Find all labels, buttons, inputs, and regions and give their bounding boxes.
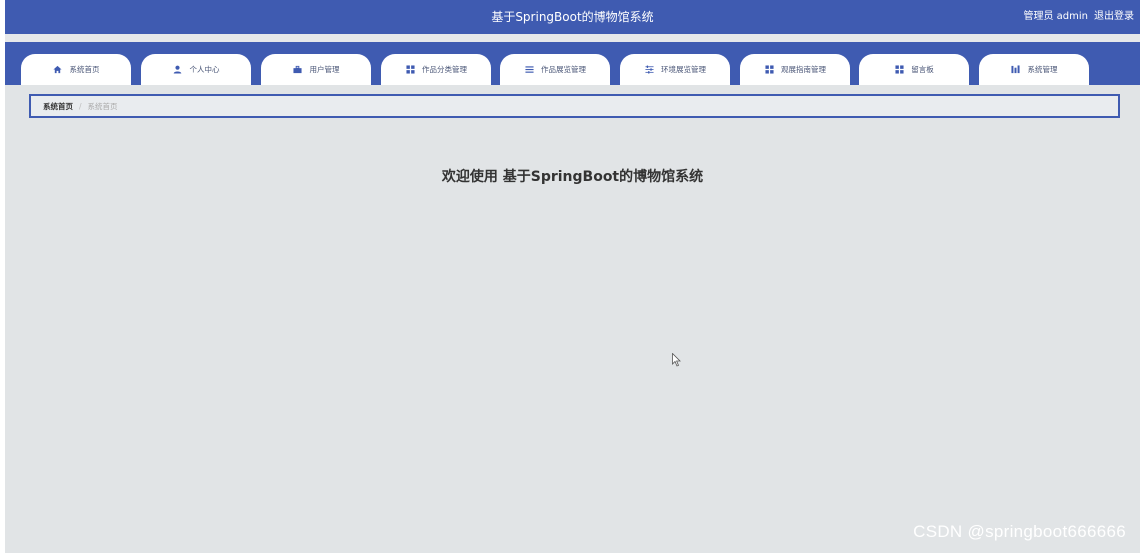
nav-tab-label: 系统管理 [1027,65,1058,74]
nav-tab-system-management[interactable]: 系统管理 [979,54,1089,85]
grid-icon [764,65,774,75]
nav-tab-label: 观展指南管理 [781,65,826,74]
nav-tab-label: 作品分类管理 [422,65,467,74]
user-icon [173,65,183,75]
home-icon [53,65,63,75]
sliders-icon [644,65,654,75]
nav-tab-environment-management[interactable]: 环境展览管理 [620,54,730,85]
logout-link[interactable]: 退出登录 [1094,0,1134,34]
nav-tab-guide-management[interactable]: 观展指南管理 [740,54,850,85]
welcome-heading: 欢迎使用 基于SpringBoot的博物馆系统 [441,169,704,185]
briefcase-icon [293,65,303,75]
nav-tab-label: 系统首页 [69,65,100,74]
nav-tab-label: 个人中心 [189,65,220,74]
nav-tab-home[interactable]: 系统首页 [21,54,131,85]
current-user: 管理员 admin [1023,11,1088,22]
nav-tab-exhibition-management[interactable]: 作品展览管理 [500,54,610,85]
nav-tab-category-management[interactable]: 作品分类管理 [381,54,491,85]
nav-tab-message-board[interactable]: 留言板 [859,54,969,85]
header-divider [5,34,1140,42]
user-area: 管理员 admin 退出登录 [1023,0,1134,34]
grid-icon [405,65,415,75]
nav-tab-label: 作品展览管理 [541,65,586,74]
nav-tab-label: 环境展览管理 [661,65,706,74]
nav-tab-label: 留言板 [911,65,934,74]
breadcrumb-separator: / [79,101,82,111]
watermark: CSDN @springboot666666 [913,522,1126,541]
app-title: 基于SpringBoot的博物馆系统 [491,10,654,24]
grid-icon [894,65,904,75]
breadcrumb-current: 系统首页 [87,101,118,111]
list-icon [524,65,534,75]
breadcrumb-home[interactable]: 系统首页 [43,101,73,112]
app-frame: 基于SpringBoot的博物馆系统 管理员 admin 退出登录 系统首页 个… [5,0,1140,553]
mouse-cursor-icon [672,353,681,367]
header-bar: 基于SpringBoot的博物馆系统 管理员 admin 退出登录 [5,0,1140,34]
nav-tab-user-management[interactable]: 用户管理 [261,54,371,85]
top-nav: 系统首页 个人中心 用户管理 作品分类管理 作品展览管理 环境展览管理 观展指南… [5,42,1140,85]
nav-tab-label: 用户管理 [309,65,340,74]
nav-tab-personal-center[interactable]: 个人中心 [141,54,251,85]
breadcrumb: 系统首页 / 系统首页 [29,94,1120,118]
chart-icon [1011,65,1021,75]
